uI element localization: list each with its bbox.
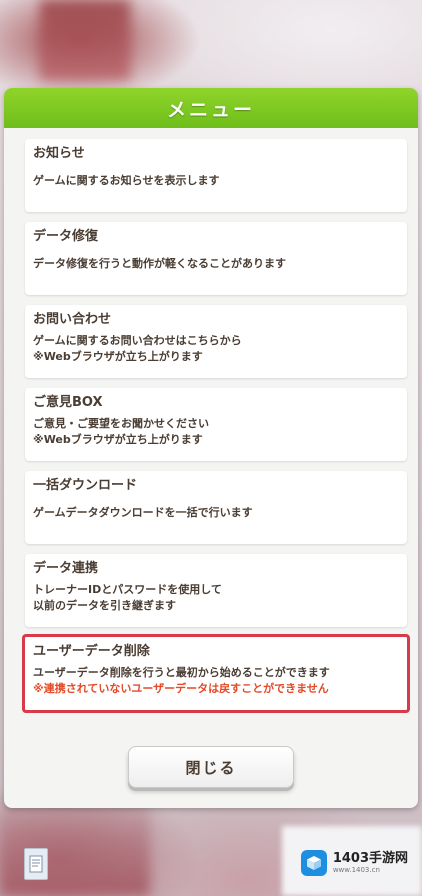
background-tower xyxy=(40,0,130,80)
menu-item-contact[interactable]: お問い合わせ ゲームに関するお問い合わせはこちらから ※Webブラウザが立ち上が… xyxy=(25,305,407,378)
watermark-text: 1403手游网 www.1403.cn xyxy=(333,852,408,874)
menu-item-description: ゲームデータダウンロードを一括で行います xyxy=(33,506,253,519)
menu-item-data-link[interactable]: データ連携 トレーナーIDとパスワードを使用して 以前のデータを引き継ぎます xyxy=(25,554,407,627)
menu-item-desc-line: トレーナーIDとパスワードを使用して xyxy=(33,583,222,596)
close-button-label: 閉じる xyxy=(185,758,237,777)
menu-item-bulk-download[interactable]: 一括ダウンロード ゲームデータダウンロードを一括で行います xyxy=(25,471,407,544)
menu-item-title: ユーザーデータ削除 xyxy=(33,644,150,659)
menu-list: お知らせ ゲームに関するお知らせを表示します データ修復 データ修復を行うと動作… xyxy=(22,139,410,720)
menu-item-title: データ連携 xyxy=(33,561,99,576)
menu-item-delete-user-data[interactable]: ユーザーデータ削除 ユーザーデータ削除を行うと最初から始めることができます ※連… xyxy=(22,634,410,713)
dialog-title: メニュー xyxy=(166,98,255,121)
menu-item-description: トレーナーIDとパスワードを使用して 以前のデータを引き継ぎます xyxy=(33,582,399,614)
watermark-sub: www.1403.cn xyxy=(332,866,380,874)
menu-item-description: ゲームに関するお問い合わせはこちらから ※Webブラウザが立ち上がります xyxy=(33,333,399,365)
menu-item-notices[interactable]: お知らせ ゲームに関するお知らせを表示します xyxy=(25,139,407,212)
document-icon[interactable] xyxy=(24,848,48,880)
menu-item-title: データ修復 xyxy=(33,229,99,244)
menu-item-title: お知らせ xyxy=(33,146,85,161)
menu-item-desc-line: ご意見・ご要望をお聞かせください xyxy=(33,417,209,430)
site-watermark: 1403手游网 www.1403.cn xyxy=(300,850,408,876)
menu-item-desc-line: ※Webブラウザが立ち上がります xyxy=(33,433,203,446)
watermark-main: 1403手游网 xyxy=(332,851,408,866)
menu-item-description: ユーザーデータ削除を行うと最初から始めることができます ※連携されていないユーザ… xyxy=(33,665,399,697)
menu-item-title: 一括ダウンロード xyxy=(33,478,138,493)
dialog-header: メニュー xyxy=(4,88,418,128)
menu-item-title: ご意見BOX xyxy=(33,395,103,410)
menu-item-data-repair[interactable]: データ修復 データ修復を行うと動作が軽くなることがあります xyxy=(25,222,407,295)
menu-item-title: お問い合わせ xyxy=(33,312,112,327)
menu-item-feedback-box[interactable]: ご意見BOX ご意見・ご要望をお聞かせください ※Webブラウザが立ち上がります xyxy=(25,388,407,461)
close-button[interactable]: 閉じる xyxy=(128,746,294,788)
document-icon-glyph xyxy=(29,855,43,873)
menu-item-desc-line: ※Webブラウザが立ち上がります xyxy=(33,350,203,363)
menu-item-description: ゲームに関するお知らせを表示します xyxy=(33,174,220,187)
menu-item-warning: ※連携されていないユーザーデータは戻すことができません xyxy=(33,682,329,695)
menu-item-desc-line: ゲームに関するお問い合わせはこちらから xyxy=(33,334,242,347)
menu-item-description: データ修復を行うと動作が軽くなることがあります xyxy=(33,257,286,270)
menu-dialog: メニュー お知らせ ゲームに関するお知らせを表示します データ修復 データ修復を… xyxy=(4,88,418,808)
menu-item-description: ご意見・ご要望をお聞かせください ※Webブラウザが立ち上がります xyxy=(33,416,399,448)
menu-item-desc-line: 以前のデータを引き継ぎます xyxy=(33,599,176,612)
menu-item-desc-line: ユーザーデータ削除を行うと最初から始めることができます xyxy=(33,666,330,679)
cube-logo-icon xyxy=(300,850,327,876)
